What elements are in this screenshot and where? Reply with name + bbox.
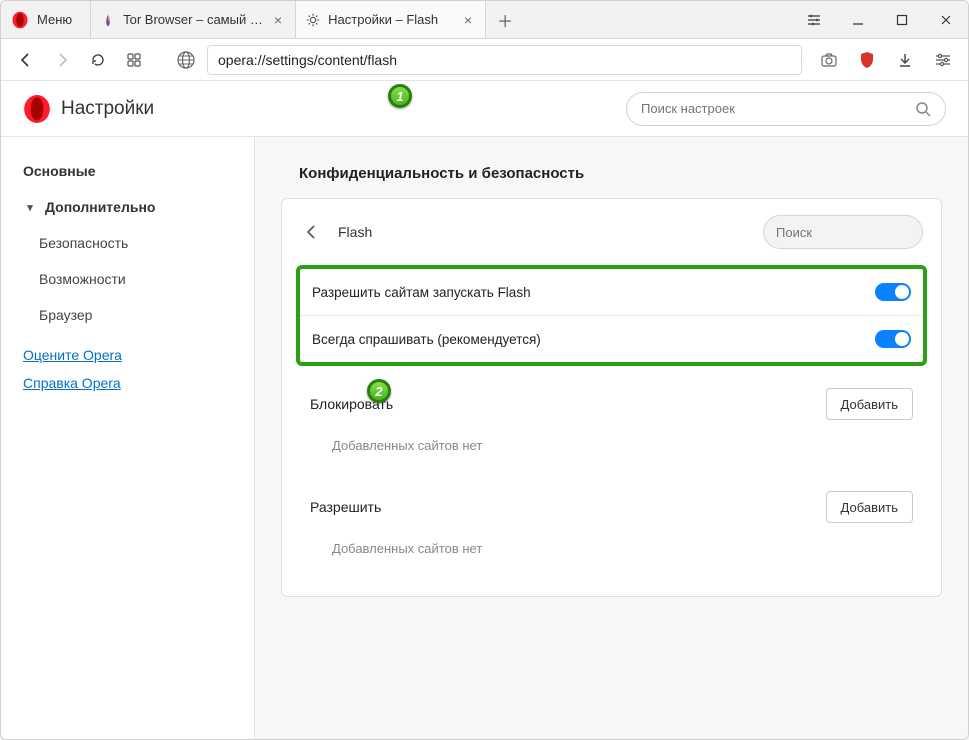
close-icon[interactable]: × [461,13,475,27]
url-text: opera://settings/content/flash [218,52,397,68]
sidebar-item-features[interactable]: Возможности [1,261,254,297]
sidebar-label: Основные [23,163,96,179]
section-heading: Конфиденциальность и безопасность [299,165,942,182]
tab-strip: Tor Browser – самый защи × Настройки – F… [91,1,792,38]
sidebar: Основные ▾ Дополнительно Безопасность Во… [1,137,255,739]
tab-title: Tor Browser – самый защи [123,12,263,27]
settings-search-input[interactable] [641,101,915,116]
speed-dial-button[interactable] [119,45,149,75]
url-bar[interactable]: opera://settings/content/flash [207,45,802,75]
snapshot-button[interactable] [814,45,844,75]
tor-favicon-icon [101,13,115,27]
opera-logo-icon [23,95,51,123]
back-button[interactable] [11,45,41,75]
new-tab-button[interactable]: ＋ [486,1,524,38]
toggle-switch[interactable] [875,330,911,348]
sidebar-item-basic[interactable]: Основные [1,153,254,189]
close-icon[interactable]: × [271,13,285,27]
main-menu-button[interactable]: Меню [1,1,91,38]
forward-button[interactable] [47,45,77,75]
sidebar-label: Дополнительно [45,199,155,215]
downloads-button[interactable] [890,45,920,75]
menu-label: Меню [37,12,72,27]
titlebar: Меню Tor Browser – самый защи × Настройк… [1,1,968,39]
page-title: Настройки [61,98,154,120]
block-empty-text: Добавленных сайтов нет [310,434,913,469]
chevron-down-icon: ▾ [23,201,37,214]
adblock-shield-icon[interactable] [852,45,882,75]
gear-favicon-icon [306,13,320,27]
easy-setup-button[interactable] [792,1,836,39]
opera-logo-icon [11,11,29,29]
reload-button[interactable] [83,45,113,75]
panel-search[interactable] [763,215,923,249]
allow-label: Разрешить [310,499,826,515]
panel-back-button[interactable] [300,220,324,244]
panel-search-input[interactable] [776,225,952,240]
toggle-row-ask-first[interactable]: Всегда спрашивать (рекомендуется) [300,316,923,362]
help-opera-link[interactable]: Справка Opera [23,375,232,391]
content-area: Конфиденциальность и безопасность Flash … [255,137,968,739]
toggle-label: Разрешить сайтам запускать Flash [312,285,875,300]
sidebar-item-browser[interactable]: Браузер [1,297,254,333]
minimize-button[interactable] [836,1,880,39]
tab-settings[interactable]: Настройки – Flash × [296,1,486,38]
window-controls [792,1,968,38]
allow-empty-text: Добавленных сайтов нет [310,537,913,572]
sidebar-label: Возможности [39,271,126,287]
maximize-button[interactable] [880,1,924,39]
close-window-button[interactable] [924,1,968,39]
toggle-row-allow-flash[interactable]: Разрешить сайтам запускать Flash [300,269,923,316]
sidebar-item-security[interactable]: Безопасность [1,225,254,261]
site-info-icon[interactable] [171,45,201,75]
settings-header: Настройки [1,81,968,137]
sidebar-item-advanced[interactable]: ▾ Дополнительно [1,189,254,225]
search-icon [915,101,931,117]
allow-section: Разрешить Добавить Добавленных сайтов не… [282,469,941,572]
rate-opera-link[interactable]: Оцените Opera [23,347,232,363]
sidebar-label: Безопасность [39,235,128,251]
add-allow-button[interactable]: Добавить [826,491,913,523]
sidebar-label: Браузер [39,307,92,323]
tab-tor[interactable]: Tor Browser – самый защи × [91,1,296,38]
toggle-switch[interactable] [875,283,911,301]
add-block-button[interactable]: Добавить [826,388,913,420]
tab-title: Настройки – Flash [328,12,453,27]
annotation-badge-1: 1 [388,84,412,108]
annotation-badge-2: 2 [367,379,391,403]
toolbar: opera://settings/content/flash [1,39,968,81]
settings-search[interactable] [626,92,946,126]
panel-title: Flash [338,224,749,240]
toggle-group-highlight: Разрешить сайтам запускать Flash Всегда … [296,265,927,366]
easy-setup-icon[interactable] [928,45,958,75]
toggle-label: Всегда спрашивать (рекомендуется) [312,332,875,347]
